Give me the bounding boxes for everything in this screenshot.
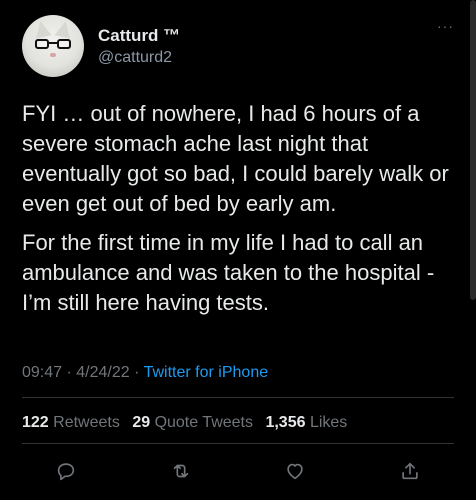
author-handle[interactable]: @catturd2 [98,49,180,67]
quotes-count: 29 [132,414,151,431]
tweet-time[interactable]: 09:47 [22,364,62,381]
meta-separator: · [134,364,140,381]
divider-top [22,397,454,398]
avatar[interactable] [22,15,84,77]
tweet-actions [52,457,424,485]
like-icon [287,463,304,480]
quotes-label: Quote Tweets [154,414,253,431]
avatar-nose [50,53,56,57]
share-button[interactable] [396,457,424,485]
likes-label: Likes [309,414,348,431]
divider-bottom [22,443,454,444]
tweet-body: FYI … out of nowhere, I had 6 hours of a… [22,99,462,318]
author-display-name[interactable]: Catturd ™ [98,26,180,46]
tweet-header: Catturd ™ @catturd2 [22,14,462,78]
meta-separator: · [66,364,72,381]
tweet-paragraph-2: For the first time in my life I had to c… [22,230,435,315]
like-button[interactable] [281,457,309,485]
reply-icon [57,463,75,481]
quotes-stat[interactable]: 29 Quote Tweets [132,414,253,431]
author-names: Catturd ™ @catturd2 [98,26,180,67]
more-options-icon[interactable]: ··· [437,18,454,34]
tweet-meta: 09:47 · 4/24/22 · Twitter for iPhone [22,364,268,382]
share-icon [402,462,418,480]
avatar-ear-right [54,19,74,39]
tweet-stats: 122 Retweets 29 Quote Tweets 1,356 Likes [22,414,347,432]
retweets-count: 122 [22,414,49,431]
reply-button[interactable] [52,457,80,485]
retweet-button[interactable] [167,457,195,485]
tweet-date[interactable]: 4/24/22 [76,364,129,381]
retweet-icon [173,464,188,478]
avatar-glasses [35,39,71,49]
scrollbar[interactable] [470,0,476,300]
retweets-stat[interactable]: 122 Retweets [22,414,120,431]
tweet-paragraph-1: FYI … out of nowhere, I had 6 hours of a… [22,101,449,216]
likes-stat[interactable]: 1,356 Likes [265,414,347,431]
likes-count: 1,356 [265,414,306,431]
retweets-label: Retweets [53,414,120,431]
avatar-ear-left [32,19,52,39]
tweet-source-link[interactable]: Twitter for iPhone [144,364,269,381]
